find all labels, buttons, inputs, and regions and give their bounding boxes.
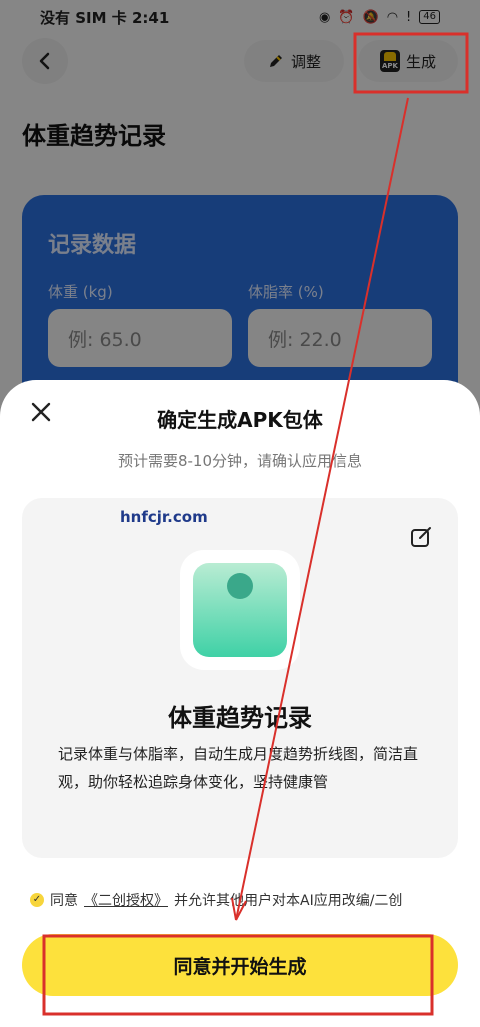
agreement-row[interactable]: ✓ 同意 《二创授权》 并允许其他用户对本AI应用改编/二创 — [30, 890, 470, 910]
app-name: 体重趋势记录 — [168, 704, 312, 732]
agree-suffix: 并允许其他用户对本AI应用改编/二创 — [174, 893, 403, 909]
scale-icon — [193, 563, 287, 657]
confirm-sheet: 确定生成APK包体 预计需要8-10分钟，请确认应用信息 hnfcjr.com … — [0, 380, 480, 1027]
app-description: 记录体重与体脂率，自动生成月度趋势折线图，简洁直观，助你轻松追踪身体变化，坚持健… — [58, 745, 419, 791]
license-link[interactable]: 《二创授权》 — [84, 890, 168, 910]
app-icon-frame[interactable] — [180, 550, 300, 670]
watermark-text: hnfcjr.com — [120, 508, 208, 526]
checkbox-checked-icon[interactable]: ✓ — [30, 893, 44, 907]
edit-icon[interactable] — [408, 524, 434, 550]
agree-and-generate-button[interactable]: 同意并开始生成 — [22, 934, 458, 996]
sheet-subtitle: 预计需要8-10分钟，请确认应用信息 — [117, 452, 363, 470]
agree-prefix: 同意 — [50, 893, 78, 909]
sheet-title: 确定生成APK包体 — [157, 408, 323, 432]
app-info-card: hnfcjr.com 体重趋势记录 记录体重与体脂率，自动生成月度趋势折线图，简… — [22, 498, 458, 858]
